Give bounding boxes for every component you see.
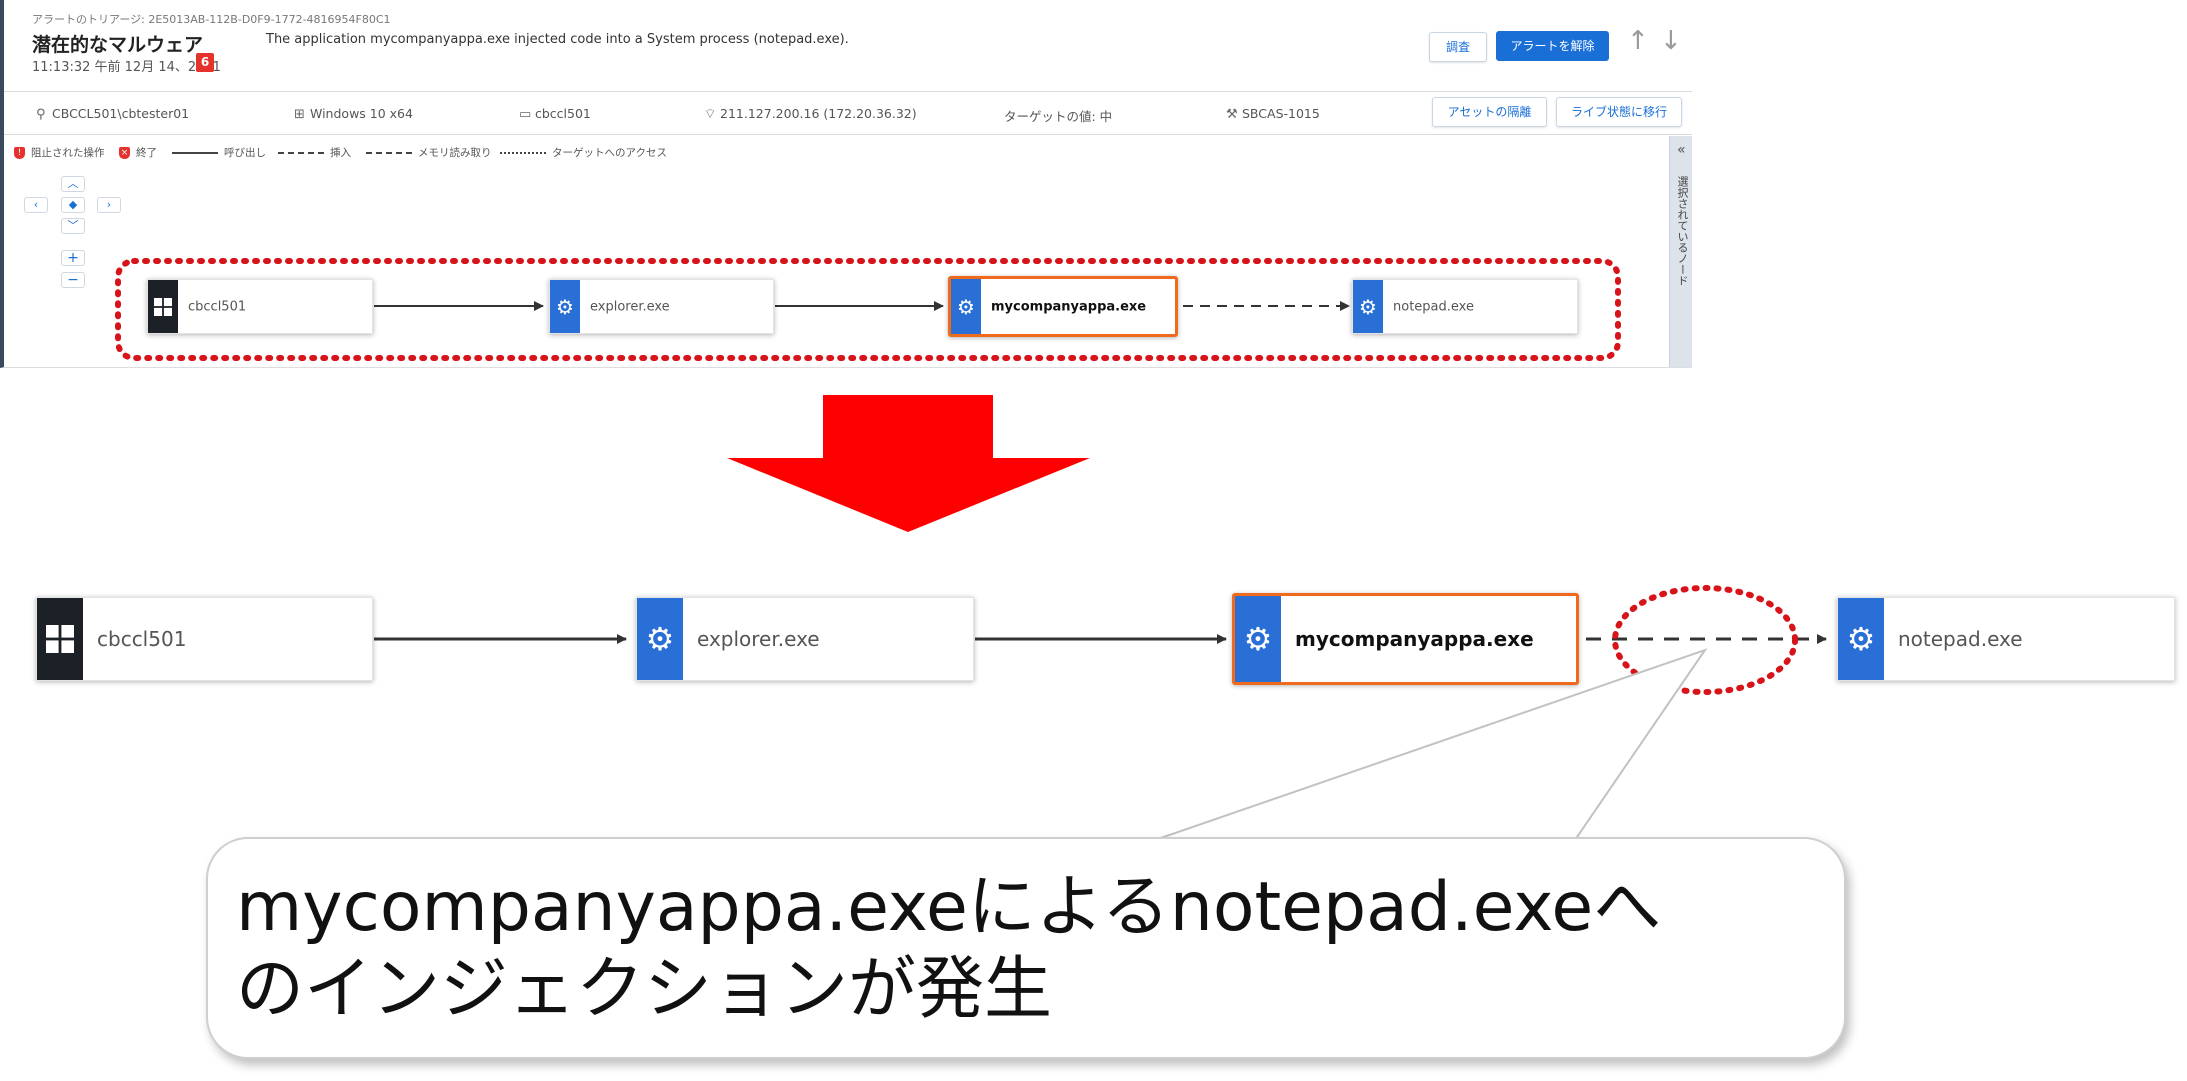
process-node-label: notepad.exe — [1898, 627, 2023, 651]
callout-line-1: mycompanyappa.exeによるnotepad.exeへ — [236, 868, 1662, 947]
process-node-label: cbccl501 — [97, 627, 187, 651]
process-node-cbccl501-large[interactable]: cbccl501 — [36, 597, 373, 681]
gear-icon: ⚙ — [951, 279, 981, 334]
process-node-explorer[interactable]: ⚙ explorer.exe — [549, 279, 774, 334]
process-node-mycompanyappa[interactable]: ⚙ mycompanyappa.exe — [948, 276, 1178, 337]
gear-icon: ⚙ — [637, 598, 683, 680]
process-node-label: notepad.exe — [1393, 299, 1474, 314]
process-node-label: explorer.exe — [590, 299, 670, 314]
process-node-notepad-large[interactable]: ⚙ notepad.exe — [1837, 597, 2175, 681]
process-node-explorer-large[interactable]: ⚙ explorer.exe — [636, 597, 974, 681]
process-node-label: mycompanyappa.exe — [991, 299, 1147, 314]
gear-icon: ⚙ — [1838, 598, 1884, 680]
process-node-label: mycompanyappa.exe — [1295, 627, 1534, 651]
gear-icon: ⚙ — [1353, 280, 1383, 333]
callout-line-2: のインジェクションが発生 — [236, 950, 1053, 1029]
explanation-callout: mycompanyappa.exeによるnotepad.exeへ のインジェクシ… — [206, 837, 1846, 1059]
process-node-cbccl501[interactable]: cbccl501 — [147, 279, 373, 334]
gear-icon: ⚙ — [550, 280, 580, 333]
process-node-label: cbccl501 — [188, 299, 247, 314]
windows-icon — [37, 598, 83, 680]
windows-icon — [148, 280, 178, 333]
process-node-label: explorer.exe — [697, 627, 820, 651]
process-node-mycompanyappa-large[interactable]: ⚙ mycompanyappa.exe — [1232, 593, 1579, 685]
down-arrow-shape — [727, 395, 1090, 532]
process-node-notepad[interactable]: ⚙ notepad.exe — [1352, 279, 1578, 334]
gear-icon: ⚙ — [1235, 596, 1281, 682]
